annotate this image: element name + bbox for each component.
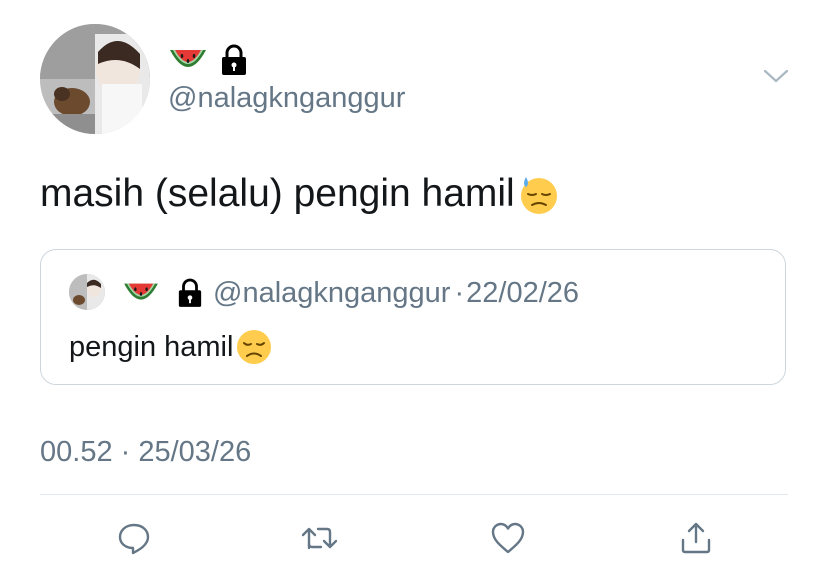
display-name[interactable] <box>168 42 248 78</box>
divider <box>40 494 788 495</box>
lock-icon <box>177 278 203 308</box>
quoted-tweet[interactable]: @nalagknganggur · 22/02/26 pengin hamil <box>40 249 786 385</box>
quoted-text: pengin hamil <box>69 328 273 366</box>
retweet-button[interactable] <box>300 518 340 558</box>
retweet-icon <box>301 527 338 550</box>
lock-icon <box>220 44 248 76</box>
like-button[interactable] <box>488 518 528 558</box>
like-icon <box>491 522 525 554</box>
quoted-handle: @nalagknganggur <box>213 276 451 309</box>
disappointed-face-icon <box>235 328 273 366</box>
tweet-timestamp[interactable]: 00.52 · 25/03/26 <box>40 436 251 469</box>
quoted-separator: · <box>454 276 465 309</box>
user-handle[interactable]: @nalagknganggur <box>168 82 405 115</box>
share-icon <box>681 522 711 554</box>
avatar[interactable] <box>40 24 150 134</box>
watermelon-icon <box>168 44 208 76</box>
tweet-text: masih (selalu) pengin hamil <box>40 172 561 216</box>
avatar-photo <box>40 24 150 134</box>
reply-icon <box>118 523 150 555</box>
watermelon-icon <box>121 278 161 308</box>
chevron-down-icon[interactable] <box>762 66 790 86</box>
downcast-face-with-sweat-icon <box>517 172 561 216</box>
quoted-text-content: pengin hamil <box>69 330 234 363</box>
quoted-avatar <box>69 274 105 310</box>
share-button[interactable] <box>676 518 716 558</box>
quoted-date: 22/02/26 <box>466 276 580 309</box>
tweet-text-content: masih (selalu) pengin hamil <box>40 172 515 215</box>
quoted-meta: @nalagknganggur · 22/02/26 <box>121 275 579 311</box>
reply-button[interactable] <box>114 518 154 558</box>
